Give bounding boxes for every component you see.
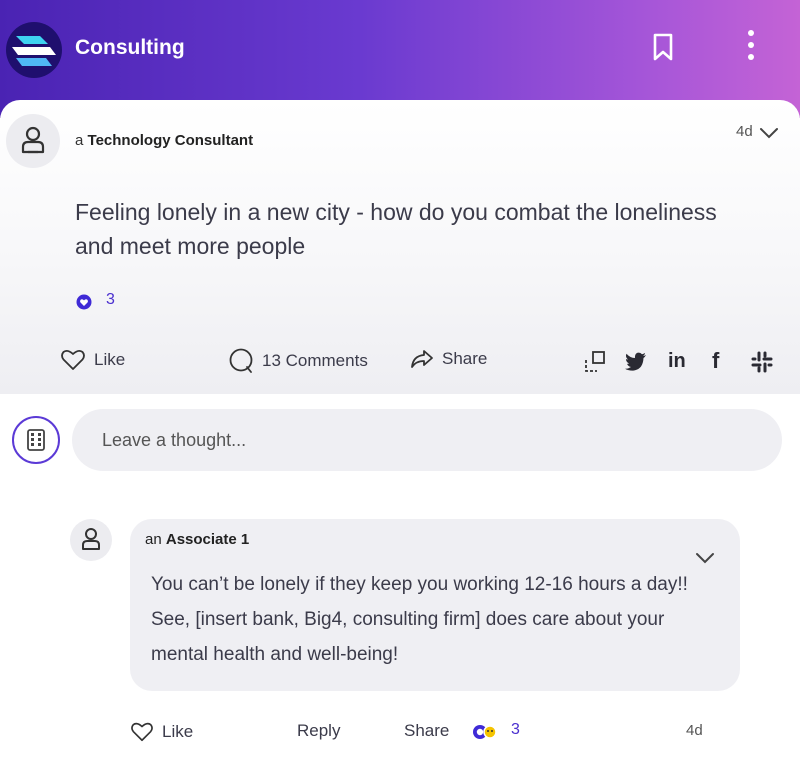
post-author: a Technology Consultant <box>75 132 253 149</box>
comments-button[interactable]: 13 Comments <box>228 348 368 374</box>
like-button[interactable]: Like <box>60 348 125 372</box>
comment-input[interactable] <box>72 409 782 471</box>
app-logo[interactable] <box>6 22 62 78</box>
linkedin-icon[interactable]: in <box>668 350 686 373</box>
chevron-down-icon[interactable] <box>695 551 715 565</box>
reply-button[interactable]: Reply <box>297 721 340 741</box>
reaction-icons[interactable] <box>472 722 500 742</box>
copy-link-icon[interactable] <box>583 350 607 379</box>
comments-label: 13 Comments <box>262 351 368 370</box>
more-vertical-icon[interactable] <box>738 26 764 66</box>
heart-reaction-icon[interactable] <box>76 294 92 310</box>
comment-like-label: Like <box>162 722 194 741</box>
like-label: Like <box>94 350 126 369</box>
user-avatar[interactable] <box>12 416 60 464</box>
author-prefix: a <box>75 132 84 149</box>
heart-icon <box>131 722 153 742</box>
page-title: Consulting <box>75 36 185 59</box>
comment-body: You can’t be lonely if they keep you wor… <box>151 574 688 665</box>
comment-author-name[interactable]: Associate 1 <box>166 531 249 548</box>
post-time: 4d <box>736 123 753 140</box>
author-avatar[interactable] <box>6 114 60 168</box>
author-name[interactable]: Technology Consultant <box>88 132 254 149</box>
comment-share-button[interactable]: Share <box>404 721 449 741</box>
post-body: Feeling lonely in a new city - how do yo… <box>75 199 717 259</box>
comment-reaction-count[interactable]: 3 <box>511 721 520 739</box>
comment-author-prefix: an <box>145 531 162 548</box>
twitter-icon[interactable] <box>625 352 647 377</box>
comment-like-button[interactable]: Like <box>130 721 193 743</box>
comment-icon <box>229 348 253 373</box>
share-arrow-icon <box>411 350 433 368</box>
facebook-icon[interactable]: f <box>712 348 719 374</box>
share-button[interactable]: Share <box>410 348 487 370</box>
comment-author: an Associate 1 <box>145 531 249 548</box>
bookmark-icon[interactable] <box>650 32 676 62</box>
post-card: a Technology Consultant 4d Feeling lonel… <box>0 100 800 394</box>
chevron-down-icon[interactable] <box>759 126 779 140</box>
comment-author-avatar[interactable] <box>70 519 112 561</box>
comment-time: 4d <box>686 722 703 739</box>
heart-icon <box>61 349 85 370</box>
share-label: Share <box>442 349 488 368</box>
reaction-count[interactable]: 3 <box>106 291 115 309</box>
slack-icon[interactable] <box>750 350 774 379</box>
